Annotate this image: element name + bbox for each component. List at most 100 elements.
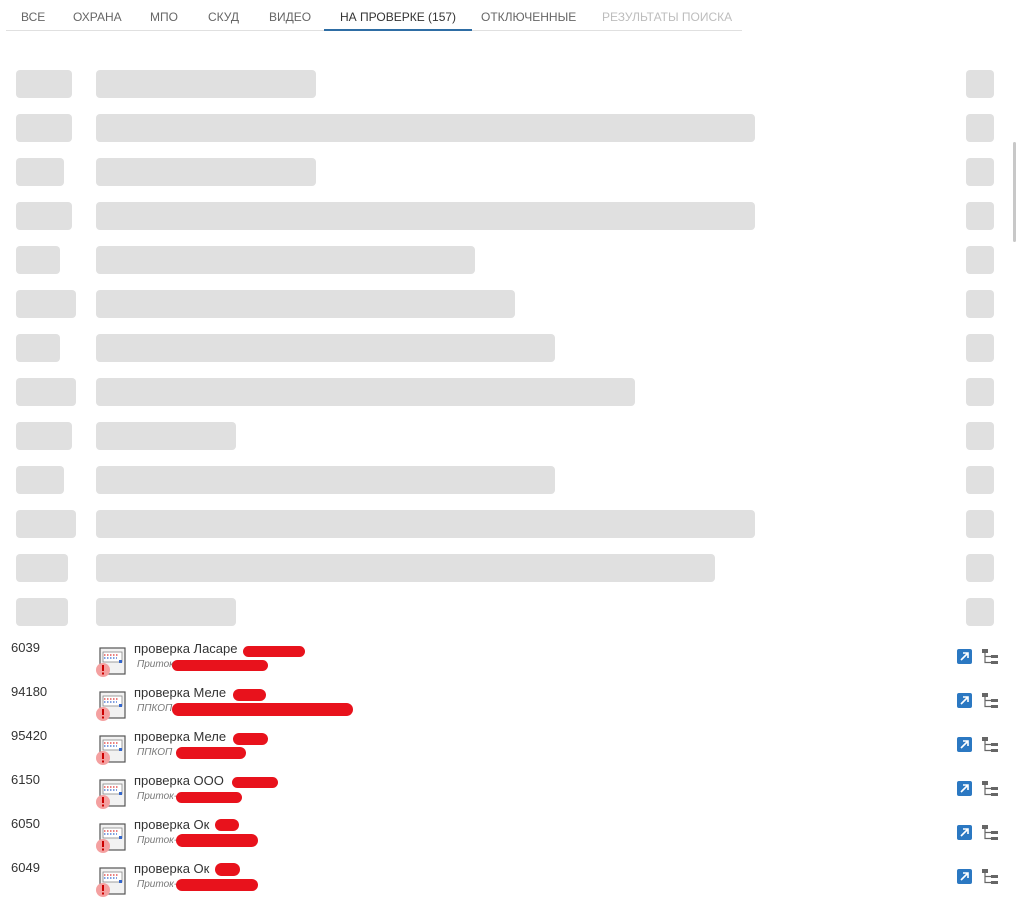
skeleton-cell <box>966 422 994 450</box>
tab-security[interactable]: ОХРАНА <box>73 0 122 30</box>
list-item[interactable]: 95420 проверка Меле ППКОП <box>0 728 1022 772</box>
skeleton-cell <box>966 554 994 582</box>
object-device-type: Приток <box>137 659 174 670</box>
skeleton-cell <box>96 422 236 450</box>
skeleton-cell <box>96 202 755 230</box>
skeleton-cell <box>966 202 994 230</box>
device-panel-icon <box>96 735 126 765</box>
skeleton-cell <box>966 246 994 274</box>
tree-structure-icon[interactable] <box>981 692 999 710</box>
skeleton-cell <box>966 378 994 406</box>
skeleton-cell <box>96 246 475 274</box>
skeleton-cell <box>966 598 994 626</box>
redaction <box>176 879 258 891</box>
skeleton-cell <box>966 114 994 142</box>
redaction <box>172 703 353 716</box>
redaction <box>176 834 258 847</box>
object-number: 6049 <box>11 860 40 875</box>
tab-video[interactable]: ВИДЕО <box>269 0 311 30</box>
tree-structure-icon[interactable] <box>981 648 999 666</box>
tab-all[interactable]: ВСЕ <box>21 0 45 30</box>
skeleton-cell <box>16 334 60 362</box>
scrollbar[interactable] <box>1013 142 1016 242</box>
skeleton-cell <box>96 378 635 406</box>
object-number: 6050 <box>11 816 40 831</box>
skeleton-cell <box>96 290 515 318</box>
object-title: проверка Меле <box>134 685 227 700</box>
skeleton-cell <box>96 334 555 362</box>
device-panel-icon <box>96 867 126 897</box>
redaction <box>176 747 246 759</box>
skeleton-cell <box>16 378 76 406</box>
skeleton-cell <box>96 554 715 582</box>
redaction <box>232 777 278 788</box>
list-item[interactable]: 6050 проверка Ок Приток- <box>0 816 1022 860</box>
device-panel-icon <box>96 779 126 809</box>
object-title: проверка ООО <box>134 773 224 788</box>
tab-access-control[interactable]: СКУД <box>208 0 239 30</box>
skeleton-cell <box>96 114 755 142</box>
skeleton-cell <box>966 158 994 186</box>
skeleton-cell <box>96 598 236 626</box>
tab-on-check[interactable]: НА ПРОВЕРКЕ (157) <box>323 0 473 31</box>
open-external-icon[interactable] <box>957 737 972 752</box>
redaction <box>176 792 242 803</box>
object-number: 94180 <box>11 684 48 699</box>
redaction <box>215 863 240 876</box>
open-external-icon[interactable] <box>957 781 972 796</box>
device-panel-icon <box>96 823 126 853</box>
object-title: проверка Меле <box>134 729 227 744</box>
skeleton-cell <box>96 466 555 494</box>
object-number: 6150 <box>11 772 40 787</box>
tree-structure-icon[interactable] <box>981 824 999 842</box>
skeleton-cell <box>16 290 76 318</box>
skeleton-cell <box>966 334 994 362</box>
open-external-icon[interactable] <box>957 693 972 708</box>
skeleton-cell <box>966 510 994 538</box>
redaction <box>243 646 305 657</box>
skeleton-cell <box>96 510 755 538</box>
tab-bar: ВСЕ ОХРАНА МПО СКУД ВИДЕО НА ПРОВЕРКЕ (1… <box>6 0 742 31</box>
object-title: проверка Ласаре <box>134 641 238 656</box>
open-external-icon[interactable] <box>957 869 972 884</box>
skeleton-cell <box>16 114 72 142</box>
skeleton-cell <box>96 158 316 186</box>
skeleton-cell <box>16 202 72 230</box>
tree-structure-icon[interactable] <box>981 868 999 886</box>
object-device-type: Приток- <box>137 879 178 890</box>
tab-search-results: РЕЗУЛЬТАТЫ ПОИСКА <box>602 10 733 24</box>
open-external-icon[interactable] <box>957 649 972 664</box>
skeleton-cell <box>16 510 76 538</box>
redaction <box>215 819 239 831</box>
skeleton-cell <box>16 158 64 186</box>
object-device-type: ППКОП <box>137 747 173 758</box>
object-title: проверка Ок <box>134 817 210 832</box>
list-item[interactable]: 94180 проверка Меле ППКОП <box>0 684 1022 728</box>
tree-structure-icon[interactable] <box>981 780 999 798</box>
skeleton-cell <box>16 70 72 98</box>
skeleton-cell <box>16 554 68 582</box>
device-panel-icon <box>96 691 126 721</box>
skeleton-cell <box>966 290 994 318</box>
object-device-type: ППКОП <box>137 703 173 714</box>
list-item[interactable]: 6039 проверка Ласаре Приток <box>0 640 1022 684</box>
object-number: 95420 <box>11 728 48 743</box>
object-device-type: Приток- <box>137 791 178 802</box>
skeleton-cell <box>16 422 72 450</box>
object-number: 6039 <box>11 640 40 655</box>
tab-fire[interactable]: МПО <box>150 0 178 30</box>
skeleton-cell <box>16 246 60 274</box>
redaction <box>172 660 268 671</box>
open-external-icon[interactable] <box>957 825 972 840</box>
skeleton-cell <box>16 598 68 626</box>
redaction <box>233 689 266 701</box>
device-panel-icon <box>96 647 126 677</box>
skeleton-cell <box>16 466 64 494</box>
object-device-type: Приток- <box>137 835 178 846</box>
list-item[interactable]: 6150 проверка ООО Приток- <box>0 772 1022 816</box>
redaction <box>233 733 268 745</box>
tab-disabled[interactable]: ОТКЛЮЧЕННЫЕ <box>481 0 576 30</box>
skeleton-cell <box>966 466 994 494</box>
tree-structure-icon[interactable] <box>981 736 999 754</box>
list-item[interactable]: 6049 проверка Ок Приток- <box>0 860 1022 904</box>
